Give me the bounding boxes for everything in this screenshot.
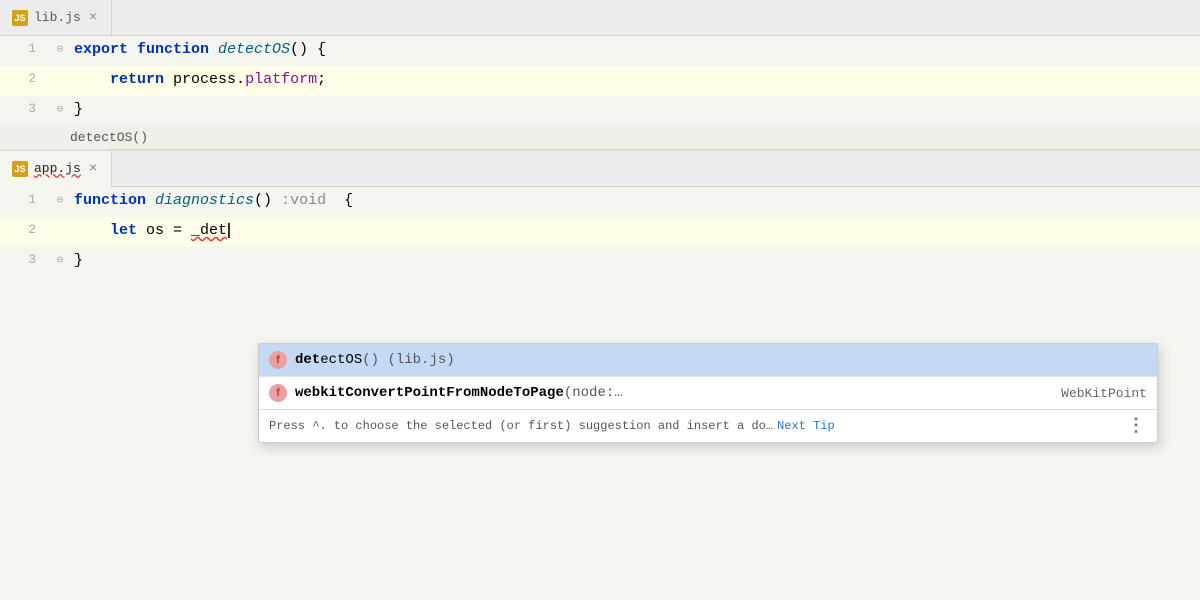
line-num-lib-3: 3 — [0, 96, 50, 126]
tab-label-lib-js: lib.js — [34, 10, 81, 25]
lib-js-code: 1 ⊖ export function detectOS() { 2 retur… — [0, 36, 1200, 126]
ac-text-webkit: webkitConvertPointFromNodeToPage(node:… — [295, 385, 1053, 401]
ac-match-det: det — [295, 352, 320, 368]
app-line-3: 3 ⊖ } — [0, 247, 1200, 277]
kw-export: export — [74, 41, 137, 58]
line-num-lib-2: 2 — [0, 66, 50, 96]
line-num-app-3: 3 — [0, 247, 50, 277]
ac-webkit-type: WebKitPoint — [1061, 386, 1147, 401]
lib-js-pane: JS lib.js × 1 ⊖ export function detectOS… — [0, 0, 1200, 150]
ac-more-icon[interactable]: ⋮ — [1127, 415, 1147, 437]
ac-text-detectOS: detectOS() (lib.js) — [295, 352, 1147, 368]
text-cursor — [228, 223, 230, 238]
app-js-code: 1 ⊖ function diagnostics() :void { 2 let… — [0, 187, 1200, 277]
tab-label-app-js: app.js — [34, 161, 81, 176]
gutter-lib-2 — [50, 66, 70, 96]
autocomplete-popup: f detectOS() (lib.js) f webkitConvertPoi… — [258, 343, 1158, 443]
line-content-lib-2: return process.platform; — [70, 66, 1200, 96]
gutter-lib-3[interactable]: ⊖ — [50, 96, 70, 126]
tab-bar-top: JS lib.js × — [0, 0, 1200, 36]
tab-bar-bottom: JS app.js × — [0, 151, 1200, 187]
type-void: :void — [281, 192, 326, 209]
ac-tip-text: Press ^. to choose the selected (or firs… — [269, 419, 773, 433]
gutter-app-3[interactable]: ⊖ — [50, 247, 70, 277]
punc-app-1: () — [254, 192, 281, 209]
var-os: os = — [146, 222, 191, 239]
app-line-1: 1 ⊖ function diagnostics() :void { — [0, 187, 1200, 217]
line-content-app-2: let os = _det — [70, 217, 1200, 247]
ac-webkit-params: (node:… — [564, 385, 623, 401]
semi-lib: ; — [317, 71, 326, 88]
kw-let: let — [74, 222, 146, 239]
app-js-pane: JS app.js × 1 ⊖ function diagnostics() :… — [0, 151, 1200, 277]
punc-lib-1: () { — [290, 41, 326, 58]
brace-app-close: } — [74, 252, 83, 269]
lib-line-3: 3 ⊖ } — [0, 96, 1200, 126]
ac-next-tip-link[interactable]: Next Tip — [777, 419, 835, 433]
kw-return: return — [74, 71, 173, 88]
dot-lib: . — [236, 71, 245, 88]
line-content-app-1: function diagnostics() :void { — [70, 187, 1200, 217]
ac-icon-webkit: f — [269, 384, 287, 402]
prop-platform: platform — [245, 71, 317, 88]
breadcrumb-text-lib: detectOS() — [70, 130, 148, 145]
ac-suffix-detectOS: () (lib.js) — [362, 352, 454, 368]
app-line-2: 2 let os = _det — [0, 217, 1200, 247]
ac-icon-detectOS: f — [269, 351, 287, 369]
gutter-app-2 — [50, 217, 70, 247]
line-num-app-2: 2 — [0, 217, 50, 247]
line-content-lib-1: export function detectOS() { — [70, 36, 1200, 66]
breadcrumb-lib: detectOS() — [0, 126, 1200, 150]
fn-detectOS: detectOS — [218, 41, 290, 58]
punc-app-1b: { — [326, 192, 353, 209]
lib-line-1: 1 ⊖ export function detectOS() { — [0, 36, 1200, 66]
obj-process: process — [173, 71, 236, 88]
js-icon-app: JS — [12, 161, 28, 177]
brace-lib-close: } — [74, 101, 83, 118]
lib-line-2: 2 return process.platform; — [0, 66, 1200, 96]
ac-tip-bar: Press ^. to choose the selected (or firs… — [259, 410, 1157, 442]
ac-rest-ectOS: ectOS — [320, 352, 362, 368]
close-tab-lib-js[interactable]: × — [87, 10, 99, 26]
ac-webkit-name: webkitConvertPointFromNodeToPage — [295, 385, 564, 401]
var-det: _det — [191, 222, 227, 239]
tab-app-js[interactable]: JS app.js × — [0, 151, 112, 187]
js-icon-lib: JS — [12, 10, 28, 26]
kw-function-lib: function — [137, 41, 218, 58]
kw-function-app: function — [74, 192, 155, 209]
gutter-app-1[interactable]: ⊖ — [50, 187, 70, 217]
gutter-lib-1[interactable]: ⊖ — [50, 36, 70, 66]
line-content-app-3: } — [70, 247, 1200, 277]
line-num-app-1: 1 — [0, 187, 50, 217]
line-num-lib-1: 1 — [0, 36, 50, 66]
close-tab-app-js[interactable]: × — [87, 161, 99, 177]
ac-item-webkit[interactable]: f webkitConvertPointFromNodeToPage(node:… — [259, 377, 1157, 409]
ac-item-detectOS[interactable]: f detectOS() (lib.js) — [259, 344, 1157, 376]
line-content-lib-3: } — [70, 96, 1200, 126]
fn-diagnostics: diagnostics — [155, 192, 254, 209]
tab-lib-js[interactable]: JS lib.js × — [0, 0, 112, 35]
